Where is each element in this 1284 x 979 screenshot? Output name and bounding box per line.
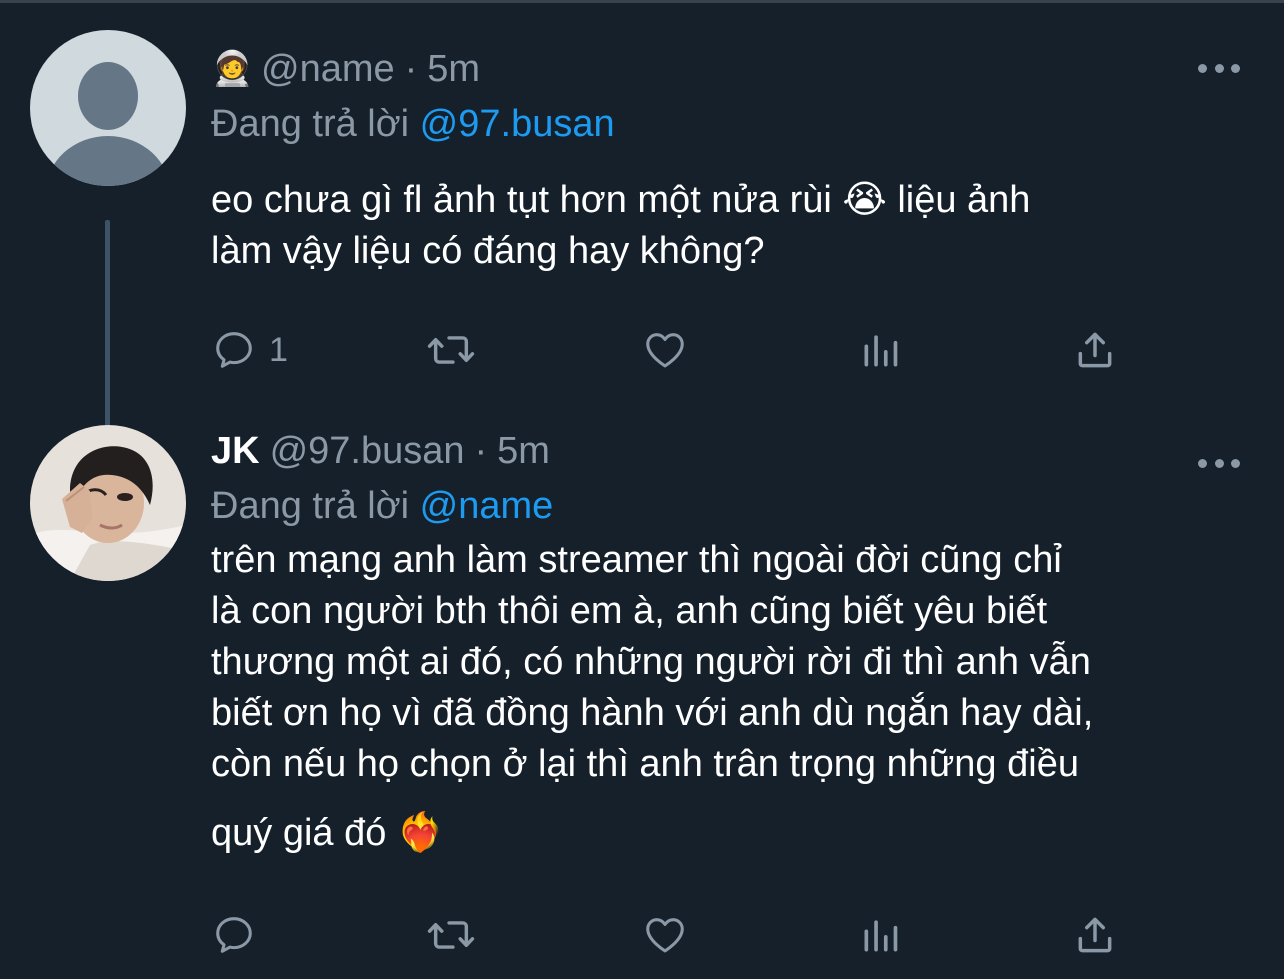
tweet-text: trên mạng anh làm streamer thì ngoài đời… (211, 535, 1251, 859)
like-button[interactable] (641, 325, 689, 375)
retweet-icon (427, 921, 475, 949)
retweet-icon (427, 336, 475, 364)
user-handle[interactable]: @name (261, 48, 395, 91)
analytics-button[interactable] (859, 910, 903, 960)
replying-to: Đang trả lời @name (211, 481, 1251, 531)
top-divider (0, 0, 1284, 3)
share-icon (1078, 332, 1112, 368)
text-line: thương một ai đó, có những người rời đi … (211, 641, 1091, 683)
heart-icon (646, 918, 684, 953)
tweet-header: JK @97.busan · 5m (211, 427, 1251, 475)
replying-label: Đang trả lời (211, 485, 410, 527)
display-name[interactable]: JK (211, 430, 260, 473)
reply-count: 1 (269, 330, 288, 369)
analytics-icon (864, 920, 898, 952)
tweet-text: eo chưa gì fl ảnh tụt hơn một nửa rùi 😭 … (211, 175, 1251, 277)
text-line: eo chưa gì fl ảnh tụt hơn một nửa rùi 😭 … (211, 179, 1031, 221)
tweet-body: JK @97.busan · 5m Đang trả lời @name trê… (211, 425, 1251, 859)
action-bar: 1 (211, 325, 1121, 375)
astronaut-emoji: 🧑‍🚀 (211, 50, 254, 88)
heart-icon (646, 333, 684, 368)
avatar[interactable] (30, 30, 186, 186)
more-icon[interactable] (1198, 453, 1240, 473)
reply-icon (216, 917, 252, 953)
separator-dot: · (404, 47, 418, 90)
share-button[interactable] (1073, 325, 1117, 375)
tweet-body: 🧑‍🚀 @name · 5m Đang trả lời @97.busan eo… (211, 30, 1251, 277)
text-line: trên mạng anh làm streamer thì ngoài đời… (211, 539, 1062, 581)
share-button[interactable] (1073, 910, 1117, 960)
like-button[interactable] (641, 910, 689, 960)
timestamp[interactable]: 5m (497, 430, 550, 473)
user-handle[interactable]: @97.busan (270, 430, 465, 473)
action-bar (211, 910, 1121, 960)
text-line: là con người bth thôi em à, anh cũng biế… (211, 590, 1048, 632)
mention-link[interactable]: @97.busan (420, 103, 615, 145)
retweet-button[interactable] (425, 325, 477, 375)
analytics-icon (864, 335, 898, 367)
more-icon[interactable] (1198, 58, 1240, 78)
text-line: còn nếu họ chọn ở lại thì anh trân trọng… (211, 743, 1079, 785)
separator-dot: · (474, 429, 488, 472)
default-avatar-icon (30, 30, 186, 186)
timestamp[interactable]: 5m (427, 48, 480, 91)
text-line: quý giá đó ❤️‍🔥 (211, 812, 445, 854)
thread-connector (105, 220, 110, 448)
share-icon (1078, 917, 1112, 953)
retweet-button[interactable] (425, 910, 477, 960)
tweet-header: 🧑‍🚀 @name · 5m (211, 45, 1251, 93)
analytics-button[interactable] (859, 325, 903, 375)
profile-photo-icon (30, 425, 186, 581)
reply-icon (216, 332, 252, 368)
avatar[interactable] (30, 425, 186, 581)
reply-button[interactable] (211, 910, 269, 960)
reply-button[interactable]: 1 (211, 325, 288, 375)
replying-to: Đang trả lời @97.busan (211, 99, 1251, 149)
text-line: biết ơn họ vì đã đồng hành với anh dù ng… (211, 692, 1094, 734)
mention-link[interactable]: @name (420, 485, 554, 527)
reply-thread: 🧑‍🚀 @name · 5m Đang trả lời @97.busan eo… (0, 0, 1284, 979)
text-line: làm vậy liệu có đáng hay không? (211, 230, 765, 272)
replying-label: Đang trả lời (211, 103, 410, 145)
